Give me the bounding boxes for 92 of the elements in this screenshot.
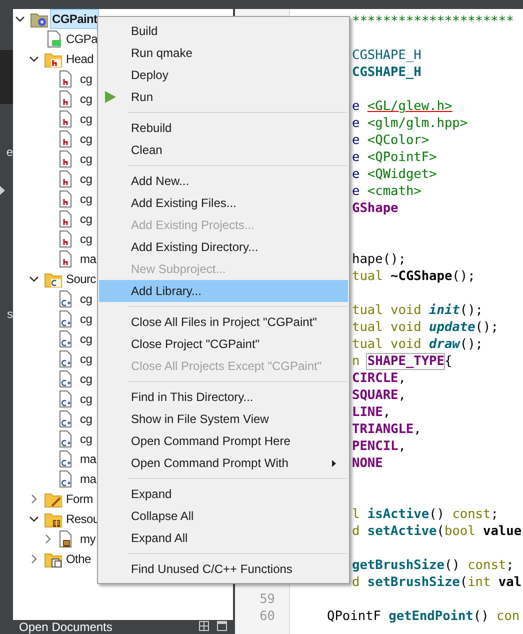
menu-item[interactable]: Run: [99, 86, 348, 108]
chevron-down-icon[interactable]: [15, 16, 25, 22]
submenu-arrow-icon: [332, 460, 336, 467]
menu-item[interactable]: Add New...: [99, 170, 348, 192]
code-line: *********************: [352, 14, 514, 29]
tree-item[interactable]: Head: [65, 50, 94, 68]
menu-item[interactable]: Rebuild: [99, 117, 348, 139]
tree-item[interactable]: cg: [79, 330, 94, 348]
chevron-right-icon[interactable]: [31, 494, 37, 504]
code-line: QPointF getEndPoint() con: [327, 609, 520, 624]
menu-item[interactable]: Close Project "CGPaint": [99, 333, 348, 355]
code-line: TRIANGLE,: [352, 422, 422, 437]
code-line: LINE,: [352, 405, 391, 420]
code-line: tual ~CGShape();: [352, 269, 476, 284]
menu-item[interactable]: Show in File System View: [99, 408, 348, 430]
code-line: hape();: [352, 252, 406, 267]
tree-item[interactable]: cg: [79, 410, 94, 428]
code-line: l isActive() const;: [352, 507, 498, 522]
tree-item[interactable]: Sourc: [65, 270, 97, 288]
tree-item[interactable]: cg: [79, 150, 94, 168]
tree-item[interactable]: cg: [79, 350, 94, 368]
chevron-down-icon[interactable]: [29, 276, 39, 282]
code-line: GShape: [352, 201, 398, 216]
menu-item[interactable]: Add Existing Files...: [99, 192, 348, 214]
menu-item[interactable]: Find Unused C/C++ Functions: [99, 558, 348, 580]
menu-item[interactable]: Run qmake: [99, 42, 348, 64]
tree-item[interactable]: cg: [79, 290, 94, 308]
tree-item[interactable]: cg: [79, 390, 94, 408]
tree-item[interactable]: cg: [79, 70, 94, 88]
tree-item[interactable]: cg: [79, 370, 94, 388]
code-line: e <cmath>: [352, 184, 422, 199]
code-line: getBrushSize() const;: [352, 558, 514, 573]
mode-selected-area: [0, 50, 13, 104]
tree-item[interactable]: ma: [79, 250, 98, 268]
tree-item[interactable]: cg: [79, 90, 94, 108]
tree-item[interactable]: cg: [79, 190, 94, 208]
tree-item[interactable]: Form: [65, 490, 94, 508]
menu-item[interactable]: Find in This Directory...: [99, 386, 348, 408]
chevron-down-icon[interactable]: [29, 516, 39, 522]
code-line: e <QPointF>: [352, 150, 437, 165]
menu-item[interactable]: Close All Files in Project "CGPaint": [99, 311, 348, 333]
code-line: tual void init();: [352, 303, 483, 318]
code-line: d setBrushSize(int val: [352, 575, 522, 590]
tree-item[interactable]: cg: [79, 230, 94, 248]
menu-item[interactable]: Clean: [99, 139, 348, 161]
panel-title: Open Documents: [19, 621, 112, 634]
menu-item[interactable]: Expand All: [99, 527, 348, 549]
code-line: d setActive(bool value: [352, 524, 522, 539]
play-icon: [105, 91, 116, 103]
tree-item[interactable]: cg: [79, 310, 94, 328]
menu-item[interactable]: Open Command Prompt Here: [99, 430, 348, 452]
tree-item[interactable]: cg: [79, 210, 94, 228]
chevron-right-icon[interactable]: [45, 534, 51, 544]
menu-item[interactable]: Add Existing Directory...: [99, 236, 348, 258]
tree-item[interactable]: cg: [79, 430, 94, 448]
tree-item[interactable]: my: [79, 530, 96, 548]
chevron-down-icon[interactable]: [29, 56, 39, 62]
menu-item[interactable]: Add Library...: [99, 280, 348, 302]
mode-label[interactable]: e: [6, 146, 13, 158]
code-line: SQUARE,: [352, 388, 406, 403]
code-line: CIRCLE,: [352, 371, 406, 386]
code-line: PENCIL,: [352, 439, 406, 454]
menu-item[interactable]: Deploy: [99, 64, 348, 86]
code-line: CGSHAPE_H: [352, 65, 422, 80]
mode-label[interactable]: s: [7, 308, 13, 320]
window-icon[interactable]: [217, 621, 227, 631]
tree-item[interactable]: CGPaint: [51, 10, 98, 28]
split-icon[interactable]: [199, 621, 209, 631]
tree-item[interactable]: ma: [79, 450, 98, 468]
chevron-right-icon: [0, 186, 5, 195]
code-line: e <QColor>: [352, 133, 430, 148]
tree-item[interactable]: cg: [79, 130, 94, 148]
menu-item[interactable]: Build: [99, 20, 348, 42]
menu-item[interactable]: Expand: [99, 483, 348, 505]
chevron-right-icon[interactable]: [31, 554, 37, 564]
tree-item[interactable]: CGPa: [65, 30, 98, 48]
code-line: tual void draw();: [352, 337, 483, 352]
tree-item[interactable]: cg: [79, 110, 94, 128]
line-number: 60: [260, 608, 275, 625]
code-line: NONE: [352, 456, 383, 471]
tree-item[interactable]: Othe: [65, 550, 92, 568]
line-number: 59: [260, 591, 275, 608]
menu-item[interactable]: Open Command Prompt With: [99, 452, 348, 474]
tree-item[interactable]: ma: [79, 470, 98, 488]
code-line: tual void update();: [352, 320, 498, 335]
code-line: n SHAPE_TYPE{: [352, 354, 452, 369]
tree-item[interactable]: cg: [79, 170, 94, 188]
code-line: CGSHAPE_H: [352, 48, 422, 63]
code-line: e <QWidget>: [352, 167, 437, 182]
menu-item[interactable]: Collapse All: [99, 505, 348, 527]
code-line: e <GL/glew.h>: [352, 99, 452, 114]
code-line: e <glm/glm.hpp>: [352, 116, 468, 131]
